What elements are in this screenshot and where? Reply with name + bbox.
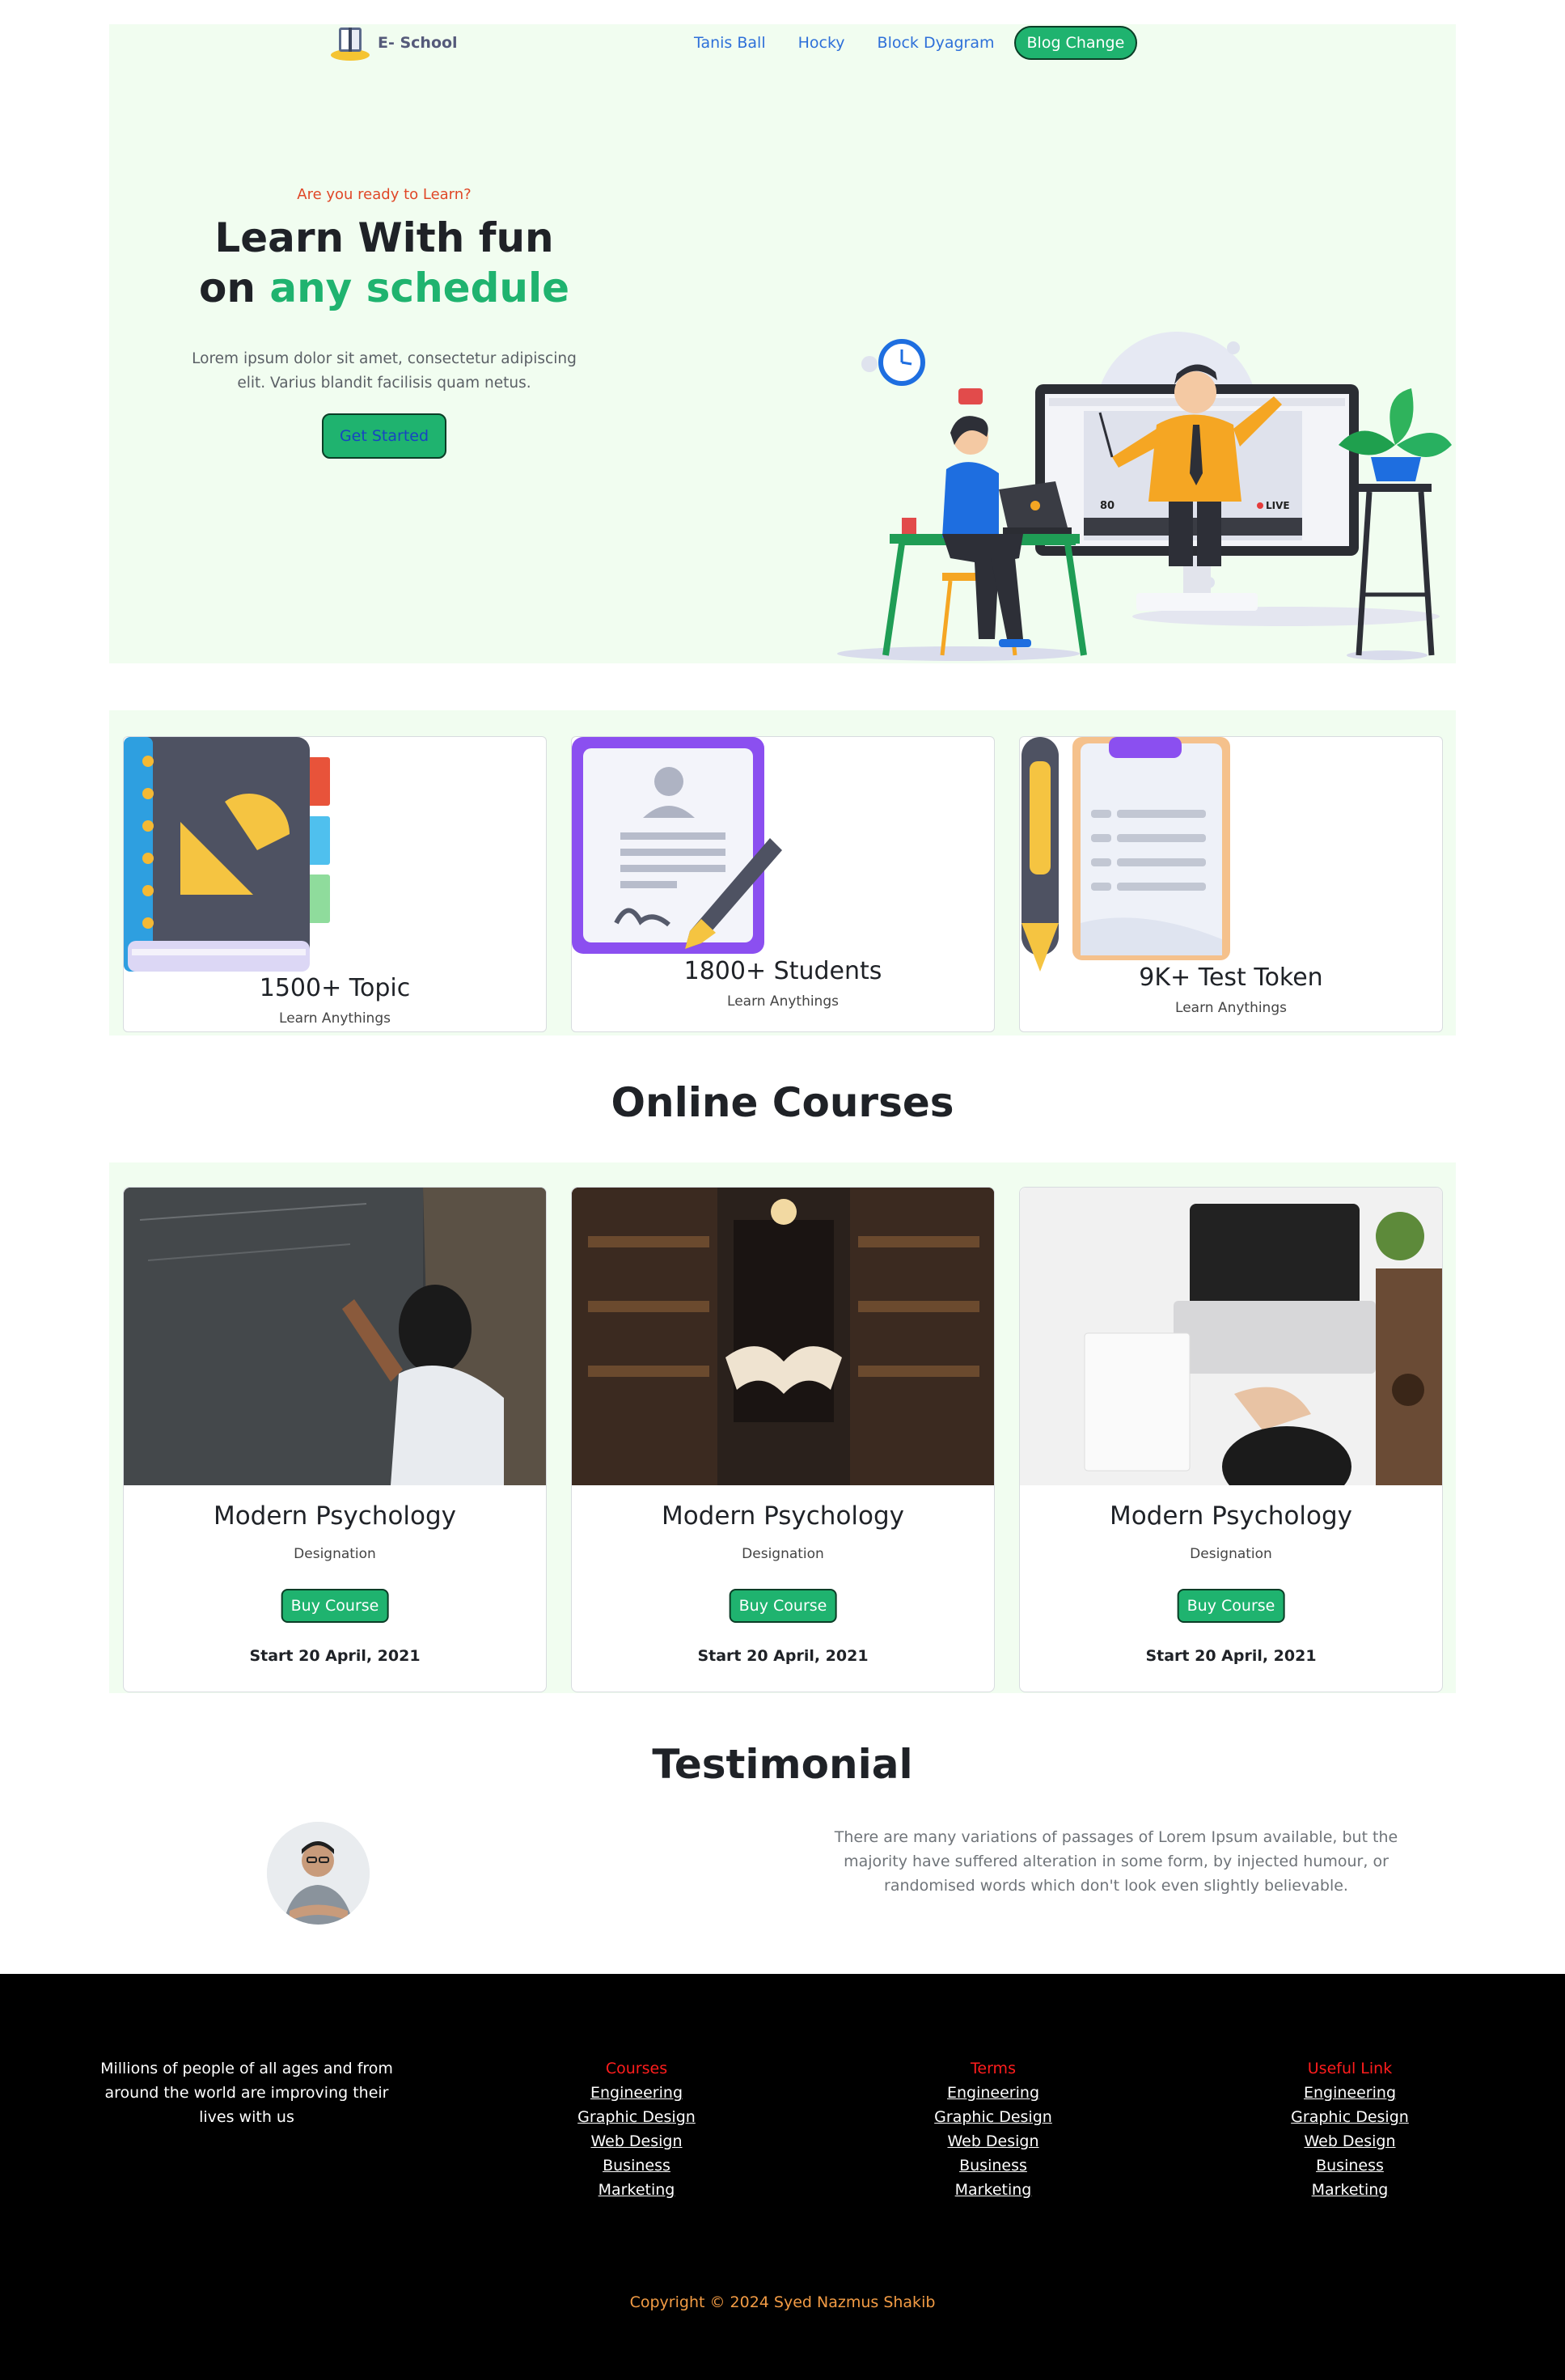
course-start-date: Start 20 April, 2021	[1145, 1647, 1317, 1665]
svg-text:LIVE: LIVE	[1266, 500, 1290, 511]
testimonial-section-title: Testimonial	[652, 1741, 913, 1788]
footer-link-graphic-design[interactable]: Graphic Design	[531, 2105, 742, 2129]
site-logo[interactable]: E- School	[329, 24, 458, 61]
stats-section: 1500+ Topic Learn Anythings 1800+ Studen…	[109, 710, 1456, 1035]
nav-link-hocky[interactable]: Hocky	[798, 34, 845, 52]
get-started-button[interactable]: Get Started	[322, 413, 446, 459]
hero-section: E- School Tanis Ball Hocky Block Dyagram…	[109, 24, 1456, 663]
stat-subtitle: Learn Anythings	[279, 1010, 391, 1027]
girl-writing-on-chalkboard-photo-icon	[124, 1188, 546, 1485]
footer-link-business[interactable]: Business	[531, 2153, 742, 2178]
course-card: Modern Psychology Designation Buy Course…	[571, 1187, 995, 1692]
course-designation: Designation	[1190, 1546, 1272, 1562]
testimonial-quote: There are many variations of passages of…	[834, 1828, 1398, 1895]
stat-title: 1800+ Students	[683, 957, 882, 985]
online-teaching-illustration-icon: 80 LIVE	[837, 332, 1452, 661]
headline-line-1: Learn With fun	[214, 214, 554, 261]
stat-subtitle: Learn Anythings	[1175, 1000, 1287, 1016]
footer-column-heading: Terms	[971, 2060, 1016, 2077]
logo-text: E- School	[378, 34, 458, 52]
footer-link-engineering[interactable]: Engineering	[531, 2081, 742, 2105]
footer-link-graphic-design[interactable]: Graphic Design	[1245, 2105, 1455, 2129]
stat-subtitle: Learn Anythings	[727, 993, 839, 1010]
headline-accent: any schedule	[269, 265, 570, 311]
footer-link-web-design[interactable]: Web Design	[888, 2129, 1098, 2153]
nav-link-block-dyagram[interactable]: Block Dyagram	[878, 34, 995, 52]
clipboard-pen-icon	[1021, 737, 1230, 972]
course-designation: Designation	[742, 1546, 824, 1562]
footer-column-useful-link: Useful Link Engineering Graphic Design W…	[1245, 2056, 1455, 2202]
stat-title: 1500+ Topic	[259, 974, 411, 1002]
course-designation: Designation	[294, 1546, 376, 1562]
course-start-date: Start 20 April, 2021	[249, 1647, 421, 1665]
footer-column-heading: Courses	[605, 2060, 668, 2077]
courses-section-title: Online Courses	[611, 1079, 954, 1126]
book-logo-icon	[331, 28, 370, 61]
library-floating-book-photo-icon	[572, 1188, 994, 1485]
site-footer: Millions of people of all ages and from …	[0, 1974, 1565, 2380]
course-title: Modern Psychology	[661, 1501, 905, 1531]
buy-course-button[interactable]: Buy Course	[729, 1589, 837, 1623]
courses-section: Modern Psychology Designation Buy Course…	[109, 1162, 1456, 1693]
footer-column-courses: Courses Engineering Graphic Design Web D…	[531, 2056, 742, 2202]
person-at-laptop-desk-photo-icon	[1020, 1188, 1442, 1485]
notebook-ruler-icon	[124, 737, 330, 972]
footer-link-business[interactable]: Business	[1245, 2153, 1455, 2178]
course-start-date: Start 20 April, 2021	[697, 1647, 869, 1665]
footer-column-heading: Useful Link	[1307, 2060, 1393, 2077]
footer-link-marketing[interactable]: Marketing	[531, 2178, 742, 2202]
footer-column-terms: Terms Engineering Graphic Design Web Des…	[888, 2056, 1098, 2202]
man-crossed-arms-avatar-icon	[267, 1822, 370, 1925]
footer-link-marketing[interactable]: Marketing	[888, 2178, 1098, 2202]
footer-link-business[interactable]: Business	[888, 2153, 1098, 2178]
footer-link-marketing[interactable]: Marketing	[1245, 2178, 1455, 2202]
footer-link-graphic-design[interactable]: Graphic Design	[888, 2105, 1098, 2129]
buy-course-button[interactable]: Buy Course	[1177, 1589, 1285, 1623]
footer-link-engineering[interactable]: Engineering	[1245, 2081, 1455, 2105]
profile-document-pen-icon	[572, 737, 782, 954]
stat-title: 9K+ Test Token	[1139, 963, 1323, 992]
stat-card-tokens: 9K+ Test Token Learn Anythings	[1019, 736, 1443, 1032]
course-title: Modern Psychology	[213, 1501, 457, 1531]
footer-about-text: Millions of people of all ages and from …	[100, 2060, 393, 2126]
copyright-text: Copyright © 2024 Syed Nazmus Shakib	[629, 2293, 936, 2311]
nav-link-tanis-ball[interactable]: Tanis Ball	[694, 34, 766, 52]
hero-copy: Are you ready to Learn? Learn With fun o…	[190, 186, 578, 459]
footer-link-web-design[interactable]: Web Design	[531, 2129, 742, 2153]
course-card: Modern Psychology Designation Buy Course…	[1019, 1187, 1443, 1692]
course-title: Modern Psychology	[1109, 1501, 1353, 1531]
stat-card-topic: 1500+ Topic Learn Anythings	[123, 736, 547, 1032]
hero-eyebrow: Are you ready to Learn?	[297, 186, 472, 203]
svg-text:80: 80	[1100, 500, 1115, 512]
main-nav: Tanis Ball Hocky Block Dyagram Blog Chan…	[694, 26, 1138, 60]
stat-card-students: 1800+ Students Learn Anythings	[571, 736, 995, 1032]
testimonial-avatar	[267, 1822, 370, 1925]
course-card: Modern Psychology Designation Buy Course…	[123, 1187, 547, 1692]
hero-headline: Learn With fun on any schedule	[190, 213, 578, 313]
hero-lead: Lorem ipsum dolor sit amet, consectetur …	[192, 350, 577, 392]
buy-course-button[interactable]: Buy Course	[281, 1589, 389, 1623]
blog-change-button[interactable]: Blog Change	[1013, 26, 1138, 60]
headline-on: on	[198, 265, 270, 311]
footer-link-web-design[interactable]: Web Design	[1245, 2129, 1455, 2153]
footer-link-engineering[interactable]: Engineering	[888, 2081, 1098, 2105]
